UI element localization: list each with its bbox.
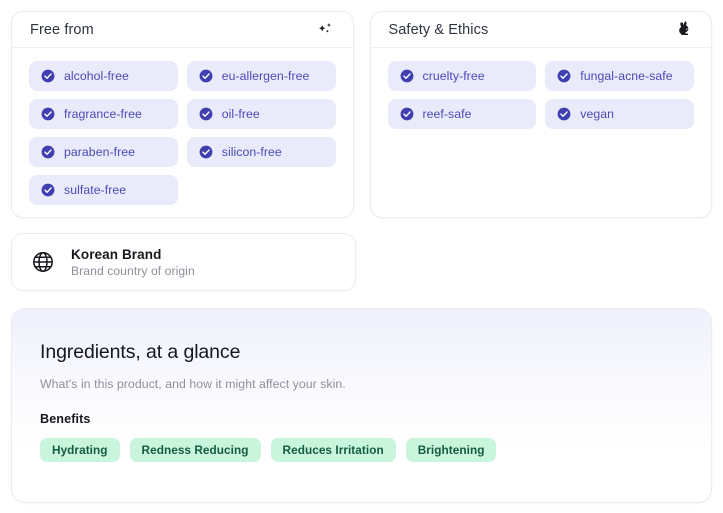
check-circle-icon (41, 69, 55, 83)
free-from-card: Free from alcohol-free eu-allergen-free … (11, 11, 354, 218)
attribute-chip-label: eu-allergen-free (221, 69, 310, 83)
check-circle-icon (557, 107, 571, 121)
free-from-title: Free from (30, 21, 94, 38)
attribute-chip[interactable]: vegan (545, 99, 694, 129)
attribute-chip-label: fragrance-free (64, 107, 142, 121)
check-circle-icon (199, 69, 213, 83)
attribute-chip[interactable]: silicon-free (186, 137, 336, 167)
attribute-chip-label: oil-free (221, 107, 260, 121)
attribute-chip-label: cruelty-free (422, 69, 485, 83)
brand-origin-subtitle: Brand country of origin (71, 263, 195, 278)
ingredients-panel: Ingredients, at a glance What's in this … (11, 308, 712, 503)
safety-ethics-chip-grid: cruelty-free fungal-acne-safe reef-safe … (387, 61, 694, 129)
sparkles-icon (316, 20, 336, 40)
benefits-list: Hydrating Redness Reducing Reduces Irrit… (40, 438, 683, 462)
benefit-pill[interactable]: Brightening (405, 438, 497, 462)
ingredients-title: Ingredients, at a glance (40, 341, 241, 363)
brand-origin-title: Korean Brand (71, 246, 162, 262)
safety-ethics-title: Safety & Ethics (388, 21, 489, 38)
check-circle-icon (41, 145, 55, 159)
check-circle-icon (41, 183, 55, 197)
ingredients-subtitle: What's in this product, and how it might… (40, 377, 346, 391)
safety-ethics-card-body: cruelty-free fungal-acne-safe reef-safe … (371, 48, 712, 129)
check-circle-icon (400, 69, 413, 83)
safety-ethics-card: Safety & Ethics cruelty-free fungal-acne… (369, 11, 712, 218)
benefit-pill[interactable]: Redness Reducing (129, 438, 261, 462)
safety-ethics-card-header: Safety & Ethics (370, 12, 711, 48)
check-circle-icon (41, 107, 55, 121)
attribute-chip[interactable]: alcohol-free (29, 61, 178, 91)
free-from-chip-grid: alcohol-free eu-allergen-free fragrance-… (29, 61, 336, 205)
attribute-chip-label: alcohol-free (64, 69, 129, 83)
check-circle-icon (199, 107, 213, 121)
attribute-cards-row: Free from alcohol-free eu-allergen-free … (11, 11, 712, 218)
attribute-chip-label: fungal-acne-safe (580, 69, 673, 83)
attribute-chip-label: sulfate-free (64, 183, 127, 197)
benefit-pill[interactable]: Reduces Irritation (270, 438, 396, 462)
brand-origin-text: Korean Brand Brand country of origin (71, 247, 195, 278)
attribute-chip-label: paraben-free (64, 145, 136, 159)
attribute-chip[interactable]: sulfate-free (29, 175, 178, 205)
attribute-chip-label: vegan (580, 107, 615, 121)
attribute-chip-label: silicon-free (221, 145, 282, 159)
globe-icon (30, 249, 56, 275)
check-circle-icon (557, 69, 571, 83)
product-attributes-page: Free from alcohol-free eu-allergen-free … (0, 0, 723, 513)
check-circle-icon (199, 145, 213, 159)
rabbit-icon (674, 20, 694, 40)
attribute-chip[interactable]: oil-free (186, 99, 336, 129)
attribute-chip[interactable]: cruelty-free (387, 61, 537, 91)
free-from-card-header: Free from (12, 12, 353, 48)
attribute-chip-label: reef-safe (422, 107, 472, 121)
attribute-chip[interactable]: fungal-acne-safe (545, 61, 694, 91)
attribute-chip[interactable]: fragrance-free (29, 99, 178, 129)
attribute-chip[interactable]: reef-safe (387, 99, 537, 129)
free-from-card-body: alcohol-free eu-allergen-free fragrance-… (12, 48, 353, 205)
benefits-label: Benefits (40, 412, 91, 426)
benefit-pill[interactable]: Hydrating (40, 438, 120, 462)
attribute-chip[interactable]: paraben-free (29, 137, 178, 167)
brand-origin-card[interactable]: Korean Brand Brand country of origin (11, 233, 356, 291)
attribute-chip[interactable]: eu-allergen-free (186, 61, 336, 91)
check-circle-icon (400, 107, 413, 121)
